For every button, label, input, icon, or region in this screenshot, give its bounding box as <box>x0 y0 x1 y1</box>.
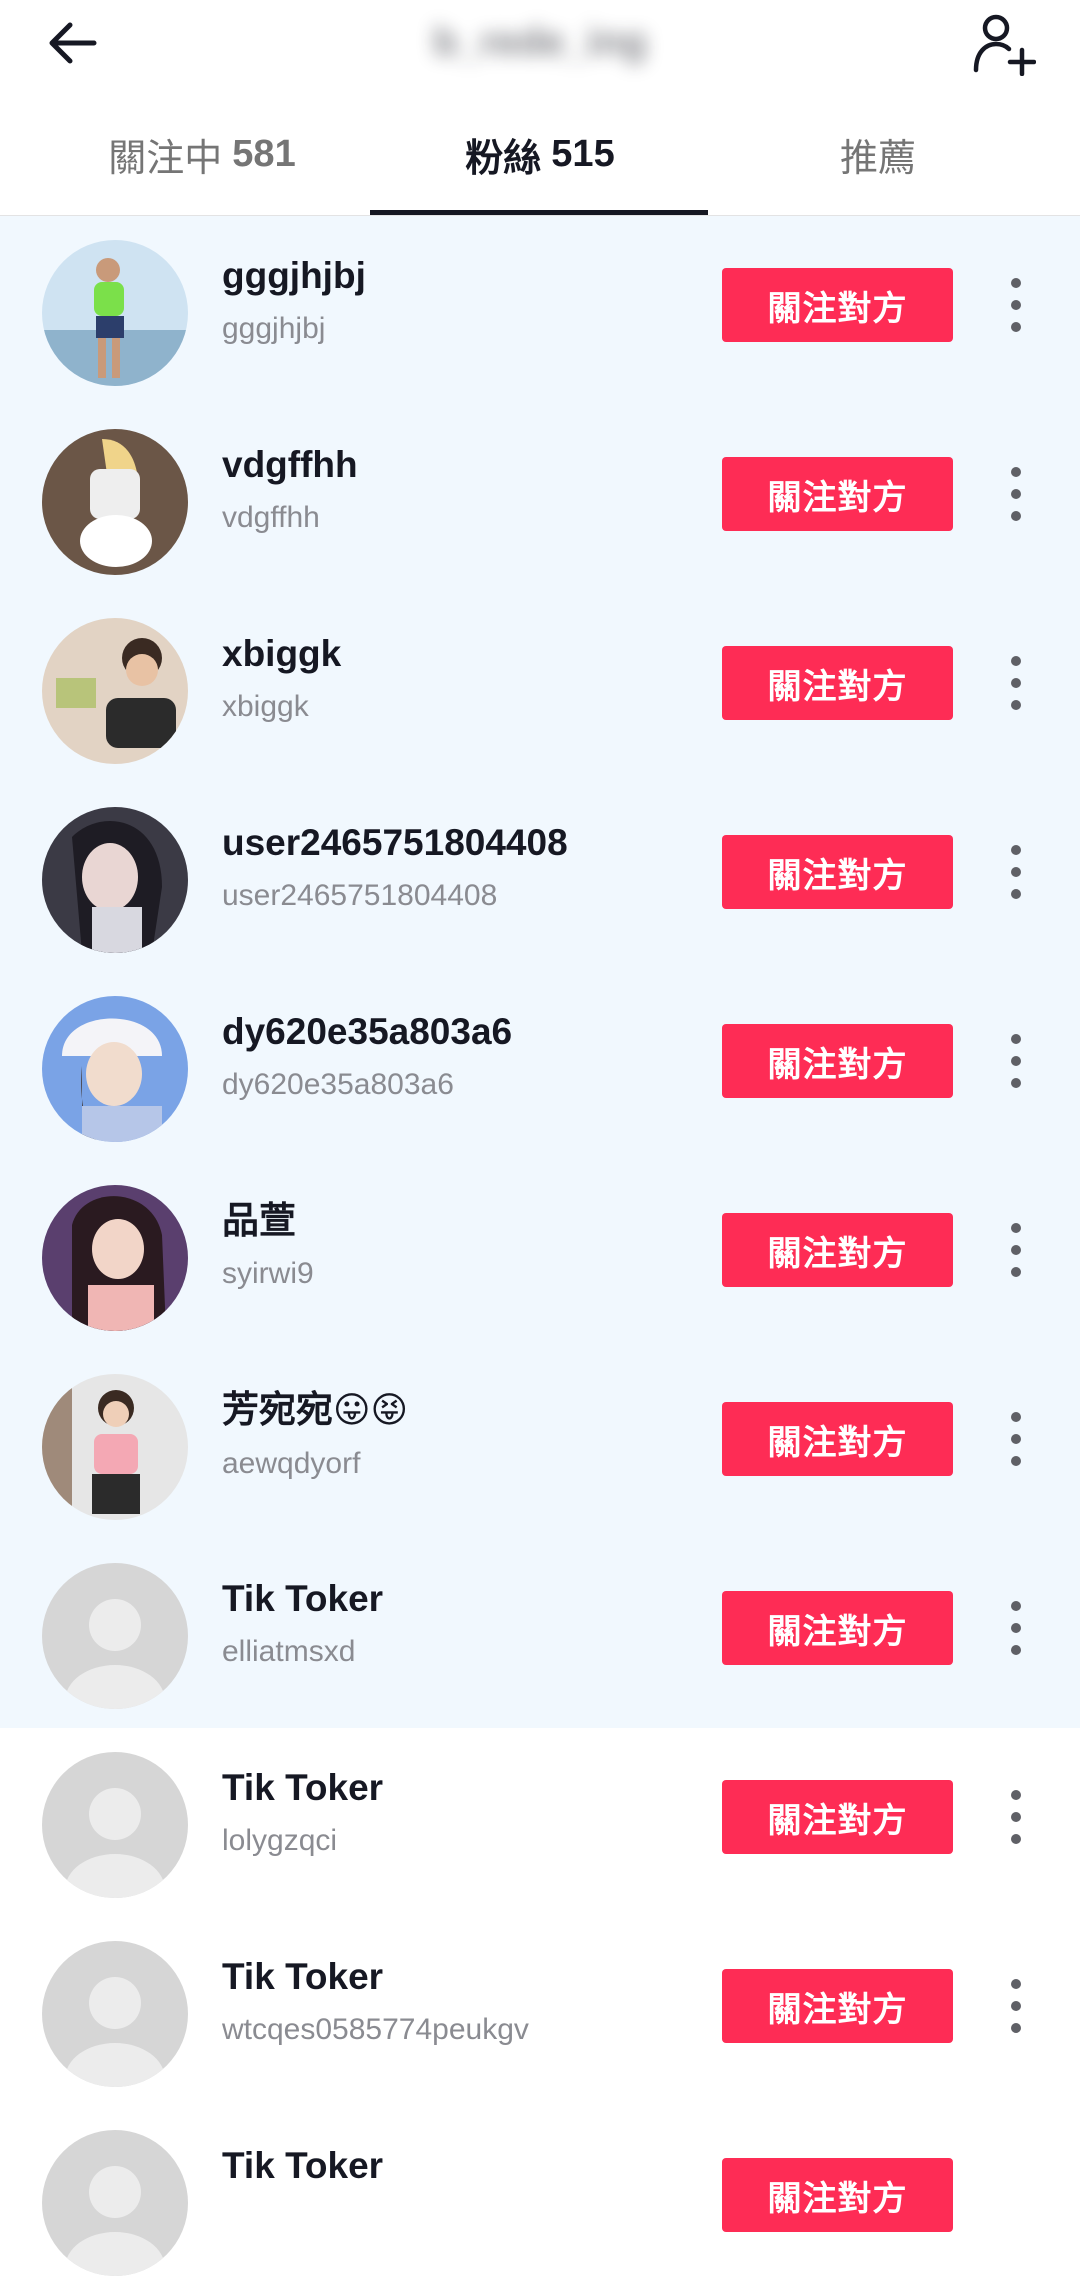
username: lolygzqci <box>222 1824 338 1857</box>
list-item[interactable]: gggjhjbj gggjhjbj 關注對方 <box>0 216 1080 405</box>
follow-back-button[interactable]: 關注對方 <box>722 1780 953 1854</box>
avatar[interactable] <box>42 429 188 575</box>
more-dots-icon <box>1011 656 1021 666</box>
follow-back-button[interactable]: 關注對方 <box>722 1213 953 1287</box>
tab-count: 581 <box>232 132 296 175</box>
list-item[interactable]: xbiggk xbiggk 關注對方 <box>0 594 1080 783</box>
top-bar: b_rede_ing <box>0 0 1080 92</box>
username: syirwi9 <box>222 1257 314 1290</box>
more-options-button[interactable] <box>996 1784 1036 1850</box>
add-user-icon <box>973 14 1036 76</box>
username: xbiggk <box>222 690 309 723</box>
more-dots-icon <box>1011 845 1021 855</box>
follow-back-button[interactable]: 關注對方 <box>722 835 953 909</box>
display-name: Tik Toker <box>222 1956 384 1997</box>
follow-back-button[interactable]: 關注對方 <box>722 268 953 342</box>
follow-back-button[interactable]: 關注對方 <box>722 646 953 720</box>
default-avatar-icon <box>42 1941 188 2087</box>
avatar[interactable] <box>42 1563 188 1709</box>
back-button[interactable] <box>40 14 104 72</box>
display-name: user2465751804408 <box>222 822 568 863</box>
display-name: 品萱 <box>222 1200 296 1241</box>
tab-count: 515 <box>551 132 615 175</box>
display-name: vdgffhh <box>222 444 358 485</box>
avatar[interactable] <box>42 618 188 764</box>
more-dots-icon <box>1011 467 1021 477</box>
more-options-button[interactable] <box>996 272 1036 338</box>
add-user-button[interactable] <box>966 8 1042 80</box>
default-avatar-icon <box>42 1563 188 1709</box>
avatar[interactable] <box>42 1752 188 1898</box>
list-item[interactable]: Tik Toker 關注對方 <box>0 2106 1080 2295</box>
more-options-button[interactable] <box>996 839 1036 905</box>
username: vdgffhh <box>222 501 320 534</box>
arrow-left-icon <box>49 22 97 64</box>
list-item[interactable]: Tik Toker lolygzqci 關注對方 <box>0 1728 1080 1917</box>
username: dy620e35a803a6 <box>222 1068 454 1101</box>
more-options-button[interactable] <box>996 1217 1036 1283</box>
display-name: Tik Toker <box>222 1578 384 1619</box>
display-name: Tik Toker <box>222 2145 384 2186</box>
page-title: b_rede_ing <box>433 20 647 64</box>
list-item[interactable]: 品萱 syirwi9 關注對方 <box>0 1161 1080 1350</box>
display-name: xbiggk <box>222 633 342 674</box>
follow-back-button[interactable]: 關注對方 <box>722 1024 953 1098</box>
avatar[interactable] <box>42 1941 188 2087</box>
more-dots-icon <box>1011 1223 1021 1233</box>
avatar[interactable] <box>42 240 188 386</box>
more-options-button[interactable] <box>996 650 1036 716</box>
more-options-button[interactable] <box>996 1595 1036 1661</box>
more-dots-icon <box>1011 1412 1021 1422</box>
avatar[interactable] <box>42 807 188 953</box>
follow-back-button[interactable]: 關注對方 <box>722 457 953 531</box>
more-options-button[interactable] <box>996 1973 1036 2039</box>
tab-bar: 關注中 581 粉絲 515 推薦 <box>0 92 1080 216</box>
more-dots-icon <box>1011 1979 1021 1989</box>
username: elliatmsxd <box>222 1635 356 1668</box>
display-name: 芳宛宛😛😝 <box>222 1389 409 1431</box>
follow-back-button[interactable]: 關注對方 <box>722 1591 953 1665</box>
more-dots-icon <box>1011 1790 1021 1800</box>
username: aewqdyorf <box>222 1447 361 1480</box>
display-name: gggjhjbj <box>222 255 366 296</box>
list-item[interactable]: user2465751804408 user2465751804408 關注對方 <box>0 783 1080 972</box>
follow-back-button[interactable]: 關注對方 <box>722 2158 953 2232</box>
avatar[interactable] <box>42 1185 188 1331</box>
list-item[interactable]: 芳宛宛😛😝 aewqdyorf 關注對方 <box>0 1350 1080 1539</box>
tab-followers[interactable]: 粉絲 515 <box>360 92 720 216</box>
tab-suggested[interactable]: 推薦 <box>698 92 1058 216</box>
more-options-button[interactable] <box>996 1028 1036 1094</box>
avatar[interactable] <box>42 1374 188 1520</box>
default-avatar-icon <box>42 2130 188 2276</box>
username: wtcqes0585774peukgv <box>222 2013 529 2046</box>
tab-label: 關注中 <box>108 137 223 180</box>
avatar[interactable] <box>42 2130 188 2276</box>
username: gggjhjbj <box>222 312 326 345</box>
follow-back-button[interactable]: 關注對方 <box>722 1969 953 2043</box>
display-name: Tik Toker <box>222 1767 384 1808</box>
follow-back-button[interactable]: 關注對方 <box>722 1402 953 1476</box>
follower-list[interactable]: gggjhjbj gggjhjbj 關注對方 vdgffhh vdgffhh 關… <box>0 216 1080 2295</box>
more-options-button[interactable] <box>996 1406 1036 1472</box>
display-name: dy620e35a803a6 <box>222 1011 513 1052</box>
avatar[interactable] <box>42 996 188 1142</box>
tab-following[interactable]: 關注中 581 <box>22 92 382 216</box>
more-dots-icon <box>1011 1034 1021 1044</box>
list-item[interactable]: vdgffhh vdgffhh 關注對方 <box>0 405 1080 594</box>
active-tab-indicator <box>370 210 708 215</box>
default-avatar-icon <box>42 1752 188 1898</box>
tab-label: 粉絲 <box>465 137 542 180</box>
more-dots-icon <box>1011 278 1021 288</box>
list-item[interactable]: Tik Toker wtcqes0585774peukgv 關注對方 <box>0 1917 1080 2106</box>
more-dots-icon <box>1011 1601 1021 1611</box>
list-item[interactable]: dy620e35a803a6 dy620e35a803a6 關注對方 <box>0 972 1080 1161</box>
more-options-button[interactable] <box>996 461 1036 527</box>
list-item[interactable]: Tik Toker elliatmsxd 關注對方 <box>0 1539 1080 1728</box>
tab-label: 推薦 <box>839 137 916 180</box>
username: user2465751804408 <box>222 879 498 912</box>
emoji-text: 😛😝 <box>333 1390 409 1431</box>
